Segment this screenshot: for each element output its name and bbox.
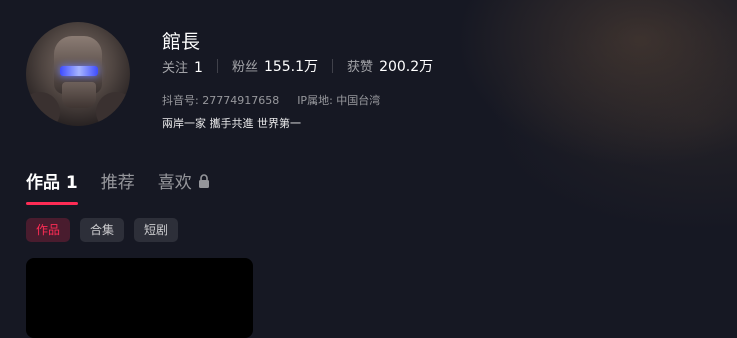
stat-label: 粉丝 [231, 60, 258, 75]
stat-value: 1 [194, 59, 203, 76]
avatar[interactable] [26, 22, 130, 126]
stat-label: 关注 [162, 60, 189, 76]
tab-works[interactable]: 作品 1 [26, 168, 78, 205]
tab-likes[interactable]: 喜欢 [158, 168, 210, 193]
stat-label: 获赞 [347, 60, 374, 75]
tab-label: 作品 1 [26, 173, 78, 193]
chip-collections[interactable]: 合集 [80, 218, 125, 242]
profile-name: 館長 [162, 31, 201, 53]
divider [216, 59, 218, 73]
chip-works[interactable]: 作品 [26, 218, 71, 242]
avatar-jaw [62, 82, 96, 108]
stat-following[interactable]: 关注 1 [162, 57, 203, 76]
stat-followers[interactable]: 粉丝 155.1万 [232, 56, 318, 76]
tab-recommended[interactable]: 推荐 [101, 168, 135, 193]
tab-label: 喜欢 [157, 173, 192, 193]
profile-meta: 抖音号: 27774917658 IP属地: 中国台湾 [162, 92, 380, 108]
stat-value: 155.1万 [263, 59, 319, 75]
content-filter-chips: 作品 合集 短剧 [26, 218, 188, 242]
chip-short-dramas[interactable]: 短剧 [134, 218, 179, 242]
avatar-shoulder-right [96, 92, 130, 126]
ip-location: IP属地: 中国台湾 [297, 94, 381, 107]
avatar-visor [60, 66, 98, 76]
stat-value: 200.2万 [379, 59, 434, 75]
avatar-shoulder-left [26, 92, 60, 126]
video-thumbnail[interactable] [26, 258, 253, 338]
lock-icon [198, 173, 210, 188]
douyin-id: 抖音号: 27774917658 [162, 94, 280, 107]
profile-bio: 兩岸一家 攜手共進 世界第一 [162, 117, 301, 130]
tab-label: 推荐 [100, 173, 135, 193]
profile-tabs: 作品 1 推荐 喜欢 [26, 168, 233, 205]
stat-likes: 获赞 200.2万 [347, 56, 433, 76]
profile-stats: 关注 1 粉丝 155.1万 获赞 200.2万 [162, 56, 433, 76]
divider [332, 59, 334, 73]
